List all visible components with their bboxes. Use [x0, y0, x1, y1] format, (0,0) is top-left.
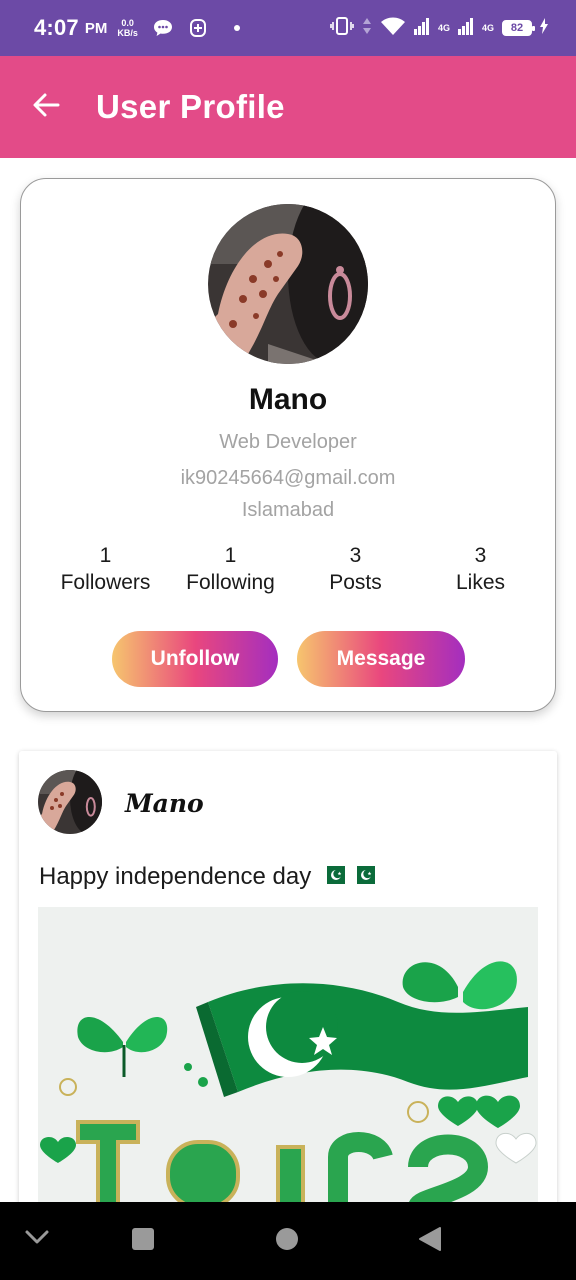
data-arrows-icon — [362, 16, 372, 41]
wifi-icon — [380, 16, 406, 41]
battery-icon: 82 — [502, 20, 535, 36]
network-speed-value: 0.0 — [121, 18, 134, 28]
post-text: Happy independence day — [39, 863, 376, 891]
nav-home-button[interactable] — [272, 1226, 302, 1256]
profile-city: Islamabad — [241, 499, 335, 521]
network-type-1: 4G — [437, 23, 450, 33]
profile-card: Mano Web Developer ik90245664@gmail.com … — [20, 178, 556, 712]
profile-stats: 1 Followers 1 Following 3 Posts 3 Likes — [43, 543, 543, 597]
stat-count: 3 — [349, 544, 362, 567]
scroll-content[interactable]: Mano Web Developer ik90245664@gmail.com … — [0, 158, 576, 1202]
square-icon — [131, 1227, 155, 1256]
charging-icon — [540, 17, 548, 39]
stat-following[interactable]: 1 Following — [168, 543, 293, 597]
post-image[interactable] — [38, 907, 538, 1202]
stat-likes[interactable]: 3 Likes — [418, 543, 543, 597]
network-type-2: 4G — [481, 23, 494, 33]
triangle-back-icon — [418, 1226, 442, 1257]
post-caption: Happy independence day — [39, 863, 312, 890]
stat-count: 1 — [224, 544, 237, 567]
post-card: Mano Happy independence day — [19, 751, 557, 1202]
status-bar: 4:07 PM 0.0 KB/s 4G 4G 82 — [0, 0, 576, 56]
vibrate-icon — [330, 16, 354, 41]
notification-dot-icon — [233, 25, 240, 31]
signal-icon-2 — [457, 17, 474, 40]
post-author-name: Mano — [125, 789, 204, 818]
stat-label: Following — [186, 571, 275, 594]
unfollow-button[interactable]: Unfollow — [112, 631, 278, 687]
app-bar: User Profile — [0, 56, 576, 158]
system-nav-bar — [0, 1202, 576, 1280]
circle-icon — [275, 1227, 299, 1256]
sync-icon — [188, 17, 208, 39]
network-speed: 0.0 KB/s — [117, 18, 138, 38]
stat-count: 1 — [99, 544, 112, 567]
pakistan-flag-icon — [351, 863, 376, 891]
stat-label: Likes — [455, 571, 506, 594]
profile-email: ik90245664@gmail.com — [180, 467, 396, 489]
back-button[interactable] — [30, 91, 62, 123]
nav-collapse-button[interactable] — [20, 1222, 54, 1256]
signal-icon-1 — [413, 17, 430, 40]
status-ampm: PM — [84, 19, 108, 37]
profile-name: Mano — [248, 383, 328, 416]
stat-followers[interactable]: 1 Followers — [43, 543, 168, 597]
stat-posts[interactable]: 3 Posts — [293, 543, 418, 597]
battery-level: 82 — [510, 22, 524, 34]
chat-bubble-icon — [152, 18, 174, 38]
chevron-down-icon — [24, 1229, 50, 1250]
nav-back-button[interactable] — [414, 1226, 446, 1256]
pakistan-flag-icon — [321, 863, 346, 891]
post-author-avatar[interactable] — [38, 770, 102, 834]
stat-count: 3 — [474, 544, 487, 567]
flag-emojis — [321, 863, 376, 891]
nav-recents-button[interactable] — [128, 1226, 158, 1256]
status-time: 4:07 — [34, 15, 79, 40]
stat-label: Posts — [329, 571, 382, 594]
message-button[interactable]: Message — [297, 631, 465, 687]
profile-role: Web Developer — [219, 431, 357, 453]
status-right-icons: 4G 4G 82 — [330, 16, 548, 41]
network-speed-unit: KB/s — [117, 28, 138, 38]
profile-avatar[interactable] — [208, 204, 368, 364]
page-title: User Profile — [96, 88, 285, 125]
arrow-left-icon — [32, 91, 60, 124]
stat-label: Followers — [60, 571, 151, 594]
